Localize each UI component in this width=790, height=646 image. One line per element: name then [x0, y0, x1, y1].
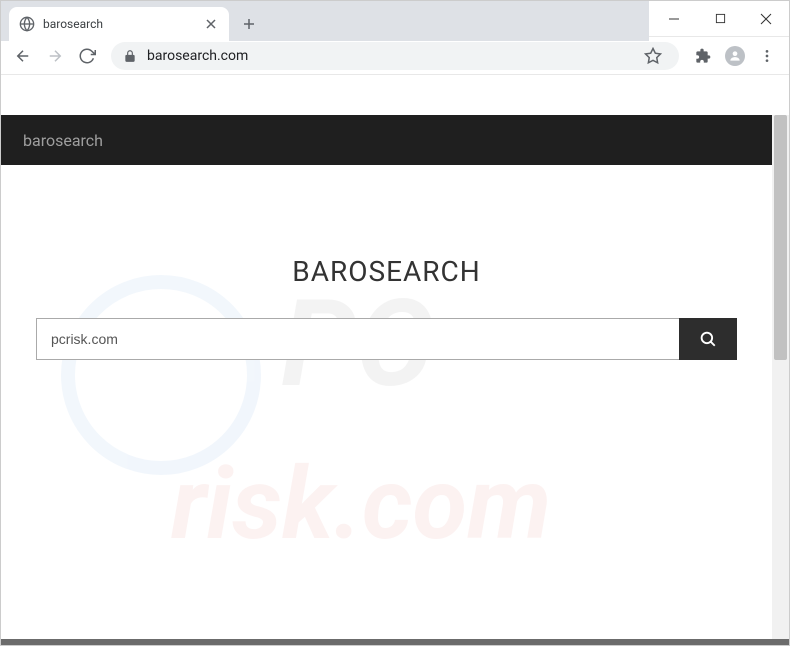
globe-icon [19, 16, 35, 32]
new-tab-button[interactable] [235, 10, 263, 38]
profile-avatar[interactable] [721, 42, 749, 70]
scrollbar-thumb[interactable] [774, 115, 787, 360]
bookmark-star-icon[interactable] [639, 42, 667, 70]
reload-button[interactable] [73, 42, 101, 70]
page-header: barosearch [1, 115, 772, 165]
browser-window: barosearch [0, 0, 790, 646]
page-title: BAROSEARCH [36, 255, 737, 288]
forward-button[interactable] [41, 42, 69, 70]
search-input[interactable] [36, 318, 679, 360]
page-viewport: PC risk.com barosearch BAROSEARCH [1, 115, 772, 645]
tab-bar: barosearch [1, 1, 649, 41]
page-header-title: barosearch [23, 131, 103, 150]
close-window-button[interactable] [743, 1, 789, 37]
content-area: PC risk.com barosearch BAROSEARCH [1, 115, 789, 645]
vertical-scrollbar[interactable] [772, 115, 789, 645]
lock-icon [123, 49, 137, 63]
extensions-icon[interactable] [689, 42, 717, 70]
bottom-border [1, 639, 789, 645]
tab-title: barosearch [43, 17, 195, 31]
url-text: barosearch.com [147, 48, 629, 64]
maximize-button[interactable] [697, 1, 743, 37]
browser-tab[interactable]: barosearch [9, 7, 229, 41]
search-icon [699, 330, 717, 348]
close-tab-icon[interactable] [203, 16, 219, 32]
search-form [36, 318, 737, 360]
page-body: BAROSEARCH [1, 165, 772, 360]
address-bar[interactable]: barosearch.com [111, 42, 679, 70]
menu-button[interactable] [753, 42, 781, 70]
search-button[interactable] [679, 318, 737, 360]
minimize-button[interactable] [651, 1, 697, 37]
browser-toolbar: barosearch.com [1, 37, 789, 75]
back-button[interactable] [9, 42, 37, 70]
